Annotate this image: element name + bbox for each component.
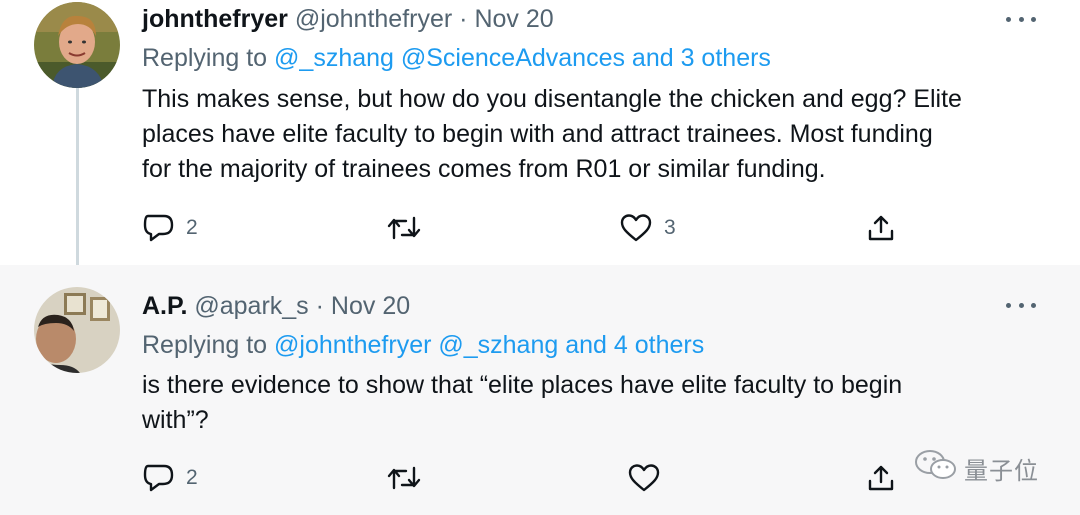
tweet-actions: 2 3	[0, 208, 1080, 248]
share-upload-icon	[866, 463, 896, 493]
separator-dot: ·	[315, 292, 324, 320]
tweet-text-line: places have elite faculty to begin with …	[142, 120, 933, 148]
like-count: 3	[664, 216, 676, 239]
user-handle[interactable]: @johnthefryer	[295, 5, 452, 33]
watermark-text: 量子位	[964, 456, 1039, 485]
like-button[interactable]	[628, 458, 660, 498]
retweet-icon	[386, 463, 422, 493]
reply-count: 2	[186, 216, 198, 239]
reply-button[interactable]: 2	[142, 458, 198, 498]
display-name[interactable]: johnthefryer	[142, 5, 288, 33]
retweet-icon	[386, 213, 422, 243]
replying-prefix: Replying to	[142, 331, 268, 359]
retweet-button[interactable]	[386, 208, 422, 248]
more-dots-icon[interactable]	[1006, 299, 1036, 311]
heart-icon	[620, 213, 652, 243]
separator-dot: ·	[459, 5, 468, 33]
replying-to: Replying to @_szhang @ScienceAdvances an…	[142, 44, 771, 73]
like-button[interactable]: 3	[620, 208, 676, 248]
share-upload-icon	[866, 213, 896, 243]
reply-count: 2	[186, 466, 198, 489]
replying-to-mentions[interactable]: @_szhang @ScienceAdvances and 3 others	[274, 44, 771, 72]
tweet-text: is there evidence to show that “elite pl…	[142, 368, 1022, 438]
heart-icon	[628, 463, 660, 493]
tweet-text-line: with”?	[142, 406, 209, 434]
wechat-icon	[914, 448, 958, 488]
replying-to-mentions[interactable]: @johnthefryer @_szhang and 4 others	[274, 331, 704, 359]
tweet-header: A.P. @apark_s · Nov 20	[142, 291, 410, 321]
tweet-date[interactable]: Nov 20	[331, 292, 410, 320]
tweet-header: johnthefryer @johnthefryer · Nov 20	[142, 4, 554, 34]
tweet-date[interactable]: Nov 20	[474, 5, 553, 33]
tweet-text-line: This makes sense, but how do you disenta…	[142, 85, 962, 113]
tweet-johnthefryer[interactable]: johnthefryer @johnthefryer · Nov 20 Repl…	[0, 0, 1080, 268]
tweet-text-line: is there evidence to show that “elite pl…	[142, 371, 903, 399]
share-button[interactable]	[866, 208, 896, 248]
tweet-text-line: for the majority of trainees comes from …	[142, 155, 826, 183]
watermark: 量子位	[914, 448, 1039, 488]
more-dots-icon[interactable]	[1006, 13, 1036, 25]
avatar[interactable]	[34, 287, 120, 373]
share-button[interactable]	[866, 458, 896, 498]
user-handle[interactable]: @apark_s	[194, 292, 308, 320]
avatar[interactable]	[34, 2, 120, 88]
replying-to: Replying to @johnthefryer @_szhang and 4…	[142, 331, 704, 360]
reply-bubble-icon	[142, 463, 174, 493]
reply-bubble-icon	[142, 213, 174, 243]
tweet-text: This makes sense, but how do you disenta…	[142, 82, 1022, 187]
replying-prefix: Replying to	[142, 44, 268, 72]
retweet-button[interactable]	[386, 458, 422, 498]
display-name[interactable]: A.P.	[142, 292, 187, 320]
reply-button[interactable]: 2	[142, 208, 198, 248]
